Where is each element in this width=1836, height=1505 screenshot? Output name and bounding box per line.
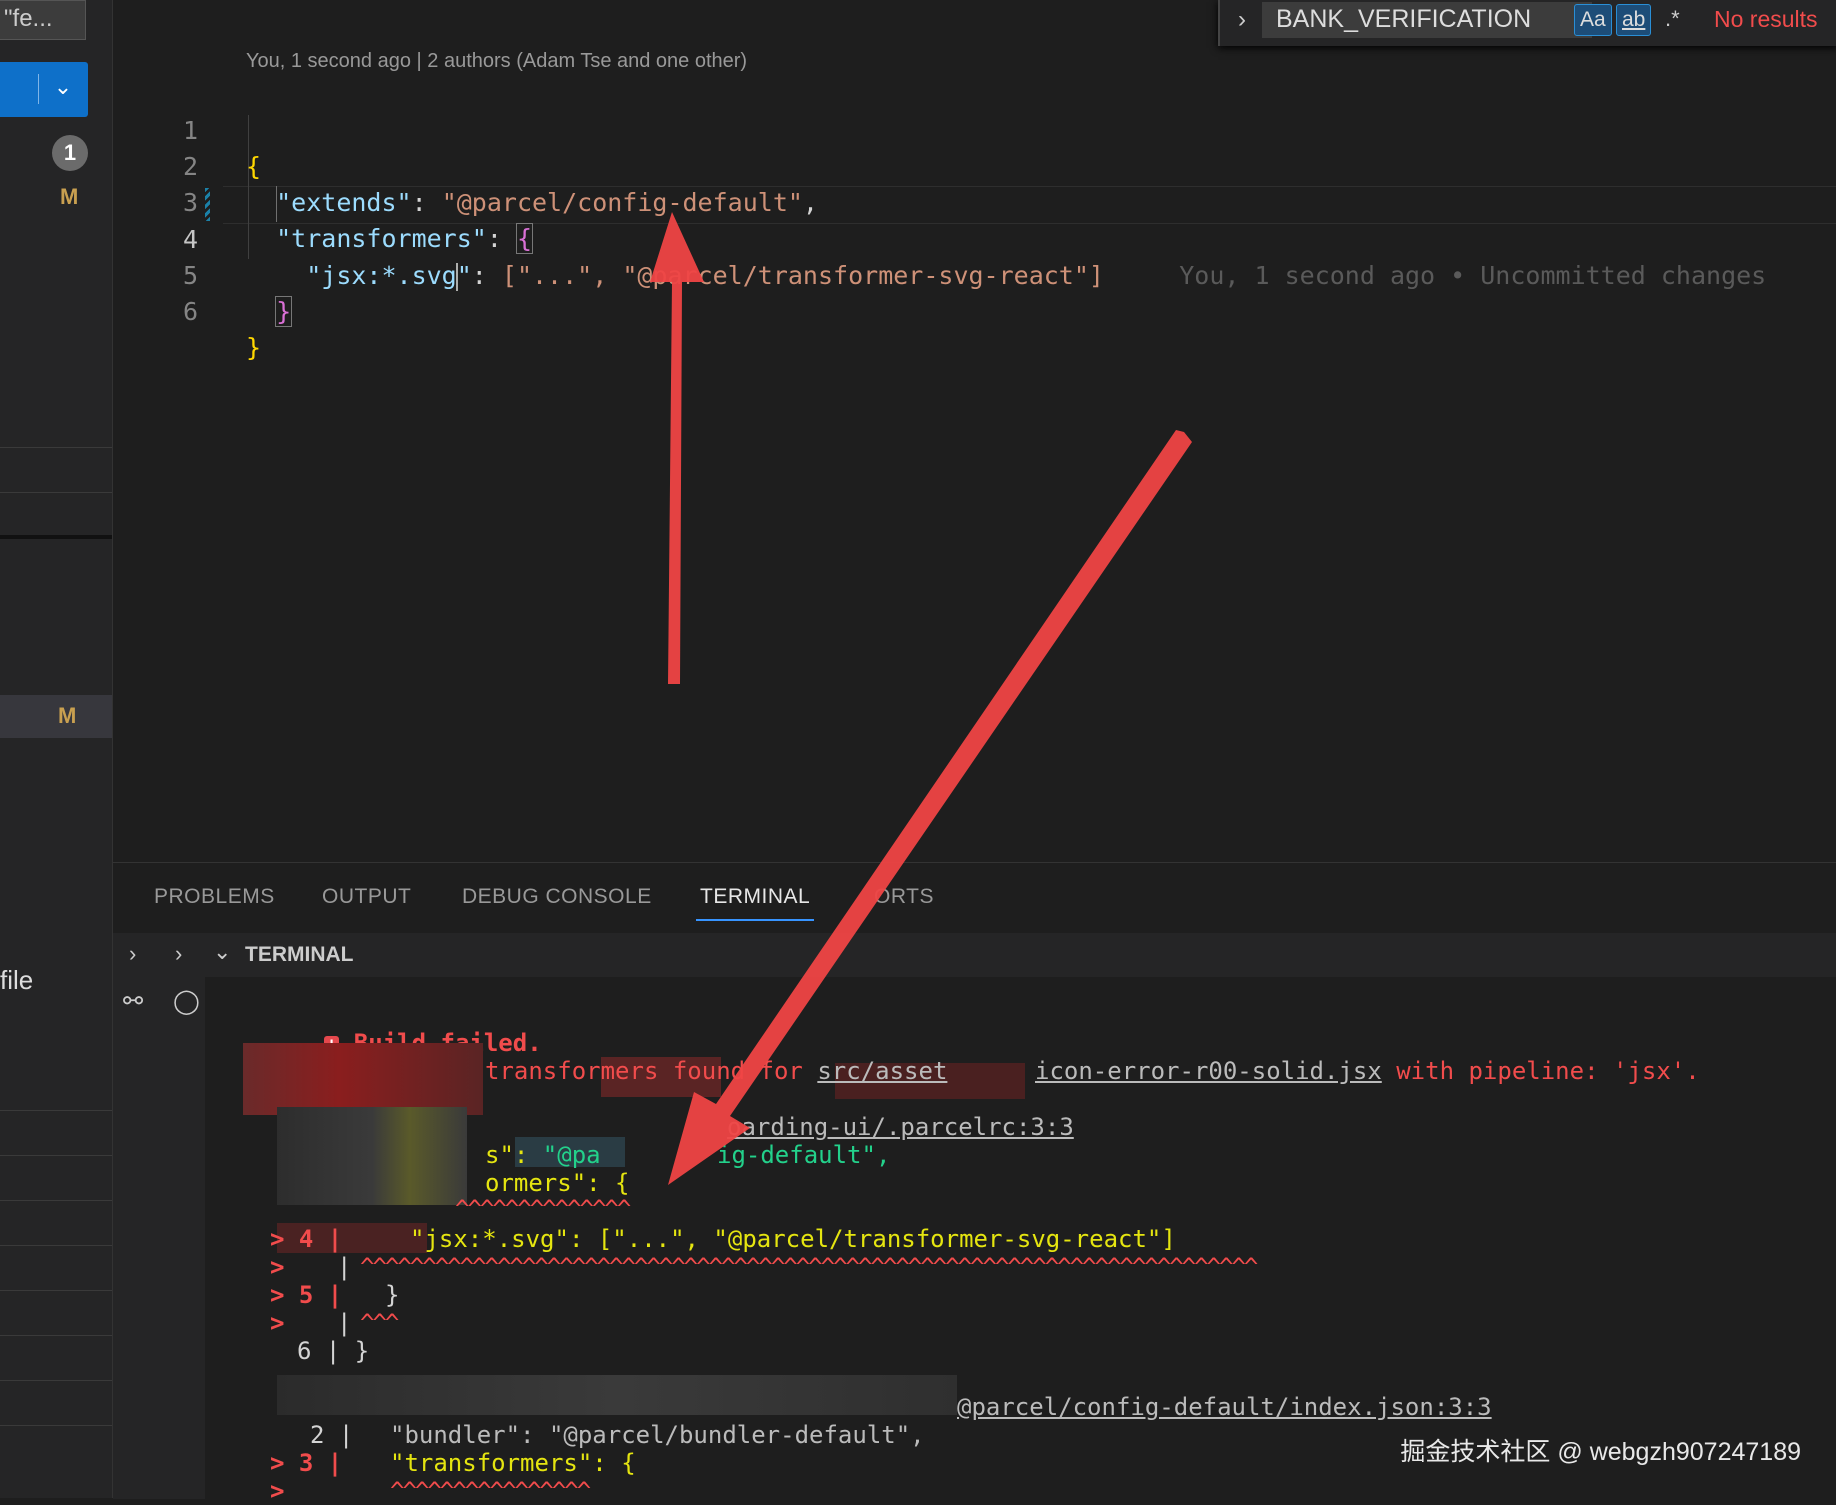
- code-line-current: 4 "jsx:*.svg": ["...", "@parcel/transfor…: [113, 186, 1836, 291]
- toggle-replace-icon[interactable]: ›: [1238, 6, 1246, 34]
- terminal-pipe: |: [337, 1309, 352, 1337]
- error-message-line: icon-error-r00-solid.jsx with pipeline: …: [1035, 1057, 1700, 1085]
- terminal-marker: >: [270, 1477, 299, 1505]
- terminal-output[interactable]: ! Build failed. transformers found for s…: [205, 977, 1836, 1505]
- selected-file-row[interactable]: M: [0, 695, 112, 738]
- config-location-link[interactable]: oarding-ui/.parcelrc:3:3: [727, 1113, 1074, 1141]
- redacted-block: [277, 1375, 957, 1415]
- error-file-link[interactable]: src/asset: [817, 1057, 947, 1085]
- default-config-link[interactable]: @parcel/config-default/index.json:3:3: [957, 1393, 1492, 1421]
- active-tab-indicator: [696, 919, 814, 921]
- divider: [0, 1380, 112, 1381]
- token-brace: }: [246, 333, 262, 362]
- terminal-marker: >: [270, 1253, 299, 1281]
- code-line: 2 "extends": "@parcel/config-default",: [113, 113, 1836, 217]
- watermark: 掘金技术社区 @ webgzh907247189: [1400, 1438, 1801, 1466]
- code-line: 1 {: [113, 77, 1836, 181]
- changes-count-badge: 1: [52, 135, 88, 171]
- terminal-marker: >: [270, 1309, 299, 1337]
- tab-terminal[interactable]: TERMINAL: [700, 885, 810, 909]
- tab-ports[interactable]: ORTS: [874, 885, 934, 909]
- file-label[interactable]: file: [0, 965, 33, 996]
- token-bracket: }: [275, 296, 293, 327]
- divider: [0, 1245, 112, 1246]
- chevron-down-icon[interactable]: ⌄: [213, 939, 231, 965]
- divider: [0, 1155, 112, 1156]
- error-squiggle: ^^^^^^^^^^^^^^^^: [390, 1477, 591, 1505]
- terminal-code-line: "jsx:*.svg": ["...", "@parcel/transforme…: [410, 1225, 1176, 1253]
- bottom-panel: PROBLEMS OUTPUT DEBUG CONSOLE TERMINAL O…: [113, 862, 1836, 1505]
- find-result-status: No results: [1714, 6, 1818, 32]
- divider: [0, 1425, 112, 1426]
- divider: [0, 447, 112, 448]
- divider: [0, 1335, 112, 1336]
- code-line: 5 }: [113, 222, 1836, 327]
- divider: [0, 1290, 112, 1291]
- modified-flag: M: [60, 184, 79, 209]
- find-widget: › BANK_VERIFICATION Aa ab .* No results: [1218, 0, 1836, 46]
- commit-icon[interactable]: ◯: [173, 987, 200, 1016]
- codelens-blame[interactable]: You, 1 second ago | 2 authors (Adam Tse …: [246, 50, 747, 73]
- terminal-side-toolbar: ⚯ ◯: [113, 977, 205, 1499]
- code-line: 3 "transformers": {: [113, 149, 1836, 254]
- chevron-down-icon[interactable]: ⌄: [48, 72, 78, 102]
- error-file-link[interactable]: icon-error-r00-solid.jsx: [1035, 1057, 1382, 1085]
- line-number: 6: [182, 297, 198, 326]
- tab-output[interactable]: OUTPUT: [322, 885, 411, 909]
- terminal-header: › › ⌄ TERMINAL: [113, 933, 1836, 977]
- terminal-section-title[interactable]: TERMINAL: [245, 943, 354, 967]
- explorer-sidebar: "fe... ⌄ 1 M M file: [0, 0, 113, 1498]
- divider: [0, 492, 112, 493]
- chevron-right-icon[interactable]: ›: [175, 941, 182, 967]
- tab-debug-console[interactable]: DEBUG CONSOLE: [462, 885, 652, 909]
- branch-dropdown-button[interactable]: ⌄: [0, 62, 88, 117]
- terminal-code-line: 2 |: [310, 1421, 354, 1449]
- terminal-marker: > 5 |: [270, 1281, 343, 1309]
- terminal-code-line: "transformers": {: [390, 1449, 636, 1477]
- whole-word-toggle[interactable]: ab: [1616, 4, 1652, 36]
- code-editor[interactable]: You, 1 second ago | 2 authors (Adam Tse …: [113, 0, 1836, 862]
- terminal-code-line: "bundler": "@parcel/bundler-default",: [390, 1421, 925, 1449]
- terminal-code-line: ig-default",: [717, 1141, 891, 1169]
- redacted-block: [243, 1043, 483, 1115]
- terminal-code-line: ormers": {: [485, 1169, 630, 1197]
- error-message-line: transformers found for src/asset: [485, 1057, 948, 1085]
- search-field[interactable]: "fe...: [0, 0, 86, 40]
- terminal-code-line: 6 | }: [297, 1337, 370, 1365]
- error-squiggle: ^^^: [360, 1309, 399, 1337]
- terminal-marker: > 3 |: [270, 1449, 343, 1477]
- error-squiggle: ^^^^^^^^^^^^^^^^^^^^^^^^^^^^^^^^^^^^^^^^…: [360, 1253, 1258, 1281]
- regex-toggle[interactable]: .*: [1665, 4, 1680, 34]
- tab-problems[interactable]: PROBLEMS: [154, 885, 275, 909]
- chevron-right-icon[interactable]: ›: [129, 941, 136, 967]
- terminal-code-line: }: [385, 1281, 400, 1309]
- code-line: 6 }: [113, 258, 1836, 362]
- match-case-toggle[interactable]: Aa: [1574, 4, 1612, 36]
- error-squiggle: ^^^^^^^^^^^^^^: [455, 1195, 631, 1223]
- divider: [0, 1200, 112, 1201]
- terminal-marker: > 4 |: [270, 1225, 343, 1253]
- divider: [0, 535, 112, 539]
- terminal-pipe: |: [337, 1253, 352, 1281]
- dropdown-separator: [38, 74, 39, 104]
- source-control-icon[interactable]: ⚯: [123, 987, 143, 1016]
- redacted-block: [277, 1107, 467, 1205]
- modified-flag: M: [58, 703, 77, 728]
- find-input[interactable]: BANK_VERIFICATION: [1276, 2, 1531, 36]
- divider: [0, 1110, 112, 1111]
- terminal-code-line: s": "@pa: [485, 1141, 601, 1169]
